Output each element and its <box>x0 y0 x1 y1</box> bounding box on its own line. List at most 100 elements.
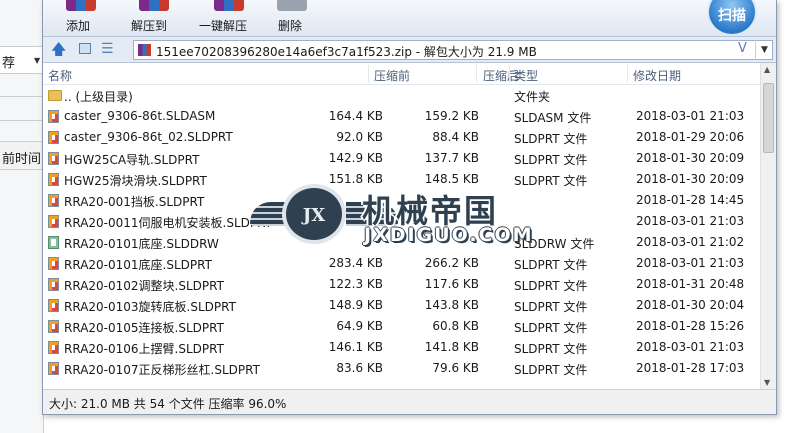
file-type: SLDPRT 文件 <box>514 363 588 377</box>
file-size: 64.9 KB <box>336 319 383 333</box>
scan-button[interactable]: 扫描 <box>707 0 757 36</box>
column-divider[interactable] <box>368 65 369 83</box>
solidworks-file-icon <box>48 152 59 165</box>
solidworks-file-icon <box>48 278 59 291</box>
column-name[interactable]: 名称 <box>48 67 72 84</box>
file-type: SLDPRT 文件 <box>514 258 588 272</box>
file-row[interactable]: RRA20-001挡板.SLDPRT 2018-01-28 14:45 <box>43 190 760 211</box>
file-size: 142.9 KB <box>328 151 383 165</box>
background-cell-label: 前时间 <box>2 152 42 167</box>
column-type[interactable]: 类型 <box>514 67 538 84</box>
file-row[interactable]: RRA20-0106上摆臂.SLDPRT 146.1 KB 141.8 KB S… <box>43 337 760 358</box>
vertical-scrollbar[interactable]: ▲ ▼ <box>760 63 776 389</box>
file-row[interactable]: HGW25滑块滑块.SLDPRT 151.8 KB 148.5 KB SLDPR… <box>43 169 760 190</box>
delete-button-label: 删除 <box>278 19 303 33</box>
background-dropdown-label: 荐 <box>2 56 16 71</box>
column-size[interactable]: 压缩前 <box>374 67 410 84</box>
file-row[interactable]: RRA20-0107正反梯形丝杠.SLDPRT 83.6 KB 79.6 KB … <box>43 358 760 379</box>
file-row[interactable]: RRA20-0103旋转底板.SLDPRT 148.9 KB 143.8 KB … <box>43 295 760 316</box>
file-row[interactable]: RRA20-0101底座.SLDDRW SLDDRW 文件 2018-03-01… <box>43 232 760 253</box>
file-modified: 2018-03-01 21:03 <box>636 256 745 270</box>
file-row[interactable]: .. (上级目录) 文件夹 <box>43 85 760 106</box>
file-name: RRA20-0103旋转底板.SLDPRT <box>64 300 236 314</box>
file-type: SLDPRT 文件 <box>514 321 588 335</box>
file-type: SLDPRT 文件 <box>514 300 588 314</box>
path-text: 151ee70208396280e14a6ef3c7a1f523.zip - 解… <box>156 45 537 59</box>
file-list: 名称 压缩前 压缩后 类型 修改日期 .. (上级目录) 文件夹 caster_… <box>43 63 776 389</box>
scroll-down-icon[interactable]: ▼ <box>764 378 770 387</box>
divider <box>0 96 44 97</box>
file-type: SLDPRT 文件 <box>514 279 588 293</box>
file-row[interactable]: HGW25CA导轨.SLDPRT 142.9 KB 137.7 KB SLDPR… <box>43 148 760 169</box>
file-modified: 2018-01-29 20:06 <box>636 130 745 144</box>
extract-to-button[interactable]: 解压到 <box>127 0 177 37</box>
file-modified: 2018-01-28 17:03 <box>636 361 745 375</box>
file-row[interactable]: caster_9306-86t_02.SLDPRT 92.0 KB 88.4 K… <box>43 127 760 148</box>
rar-add-icon <box>66 0 96 11</box>
file-packed-size: 88.4 KB <box>432 130 479 144</box>
quick-extract-button[interactable]: 一键解压 <box>196 0 256 37</box>
status-text: 大小: 21.0 MB 共 54 个文件 压缩率 96.0% <box>49 397 287 411</box>
file-type: SLDASM 文件 <box>514 111 592 125</box>
divider <box>0 120 44 121</box>
scroll-thumb[interactable] <box>763 83 774 153</box>
solidworks-file-icon <box>48 215 59 228</box>
file-size: 92.0 KB <box>336 130 383 144</box>
solidworks-file-icon <box>48 362 59 375</box>
file-modified: 2018-01-31 20:48 <box>636 277 745 291</box>
zip-archive-icon <box>138 44 151 56</box>
rar-extract-icon <box>139 0 169 11</box>
chevron-down-icon[interactable]: V <box>738 41 747 56</box>
file-packed-size: 159.2 KB <box>424 109 479 123</box>
file-row[interactable]: RRA20-0105连接板.SLDPRT 64.9 KB 60.8 KB SLD… <box>43 316 760 337</box>
file-row[interactable]: caster_9306-86t.SLDASM 164.4 KB 159.2 KB… <box>43 106 760 127</box>
path-dropdown-button[interactable]: ▼ <box>755 40 773 60</box>
delete-button[interactable]: 删除 <box>275 0 315 37</box>
file-name: .. (上级目录) <box>64 90 133 104</box>
column-divider[interactable] <box>627 65 628 83</box>
file-name: RRA20-0011伺服电机安装板.SLDPRT <box>64 216 272 230</box>
status-bar: 大小: 21.0 MB 共 54 个文件 压缩率 96.0% <box>43 389 776 414</box>
file-modified: 2018-01-28 14:45 <box>636 193 745 207</box>
solidworks-file-icon <box>48 194 59 207</box>
file-modified: 2018-01-28 15:26 <box>636 319 745 333</box>
file-size: 122.3 KB <box>328 277 383 291</box>
solidworks-file-icon <box>48 320 59 333</box>
file-size: 148.9 KB <box>328 298 383 312</box>
file-row[interactable]: RRA20-0102调整块.SLDPRT 122.3 KB 117.6 KB S… <box>43 274 760 295</box>
column-divider[interactable] <box>476 65 477 83</box>
path-field[interactable]: 151ee70208396280e14a6ef3c7a1f523.zip - 解… <box>133 40 773 60</box>
scroll-up-icon[interactable]: ▲ <box>764 65 770 74</box>
quick-extract-button-label: 一键解压 <box>199 19 248 33</box>
file-name: RRA20-0105连接板.SLDPRT <box>64 321 224 335</box>
column-divider[interactable] <box>509 65 510 83</box>
file-packed-size: 143.8 KB <box>424 298 479 312</box>
file-size: 151.8 KB <box>328 172 383 186</box>
list-view-icon[interactable]: ☰ <box>101 41 114 57</box>
file-packed-size: 117.6 KB <box>424 277 479 291</box>
file-packed-size: 148.5 KB <box>424 172 479 186</box>
file-packed-size: 266.2 KB <box>424 256 479 270</box>
column-modified[interactable]: 修改日期 <box>633 67 681 84</box>
file-size: 146.1 KB <box>328 340 383 354</box>
file-type: 文件夹 <box>514 90 551 104</box>
file-row[interactable]: RRA20-0011伺服电机安装板.SLDPRT 2018-03-01 21:0… <box>43 211 760 232</box>
extract-to-button-label: 解压到 <box>131 19 168 33</box>
add-button[interactable]: 添加 <box>63 0 103 37</box>
file-modified: 2018-03-01 21:02 <box>636 235 745 249</box>
file-name: HGW25CA导轨.SLDPRT <box>64 153 200 167</box>
file-size: 283.4 KB <box>328 256 383 270</box>
file-modified: 2018-01-30 20:04 <box>636 298 745 312</box>
file-name: caster_9306-86t.SLDASM <box>64 109 216 123</box>
solidworks-file-icon <box>48 341 59 354</box>
drawing-file-icon <box>48 236 59 249</box>
up-arrow-icon[interactable]: 🡅 <box>51 41 66 57</box>
file-packed-size: 60.8 KB <box>432 319 479 333</box>
file-size: 164.4 KB <box>328 109 383 123</box>
file-modified: 2018-03-01 21:03 <box>636 109 745 123</box>
view-toggle-icon[interactable] <box>79 43 91 54</box>
file-modified: 2018-03-01 21:03 <box>636 340 745 354</box>
file-type: SLDPRT 文件 <box>514 153 588 167</box>
file-type: SLDPRT 文件 <box>514 132 588 146</box>
file-row[interactable]: RRA20-0101底座.SLDPRT 283.4 KB 266.2 KB SL… <box>43 253 760 274</box>
